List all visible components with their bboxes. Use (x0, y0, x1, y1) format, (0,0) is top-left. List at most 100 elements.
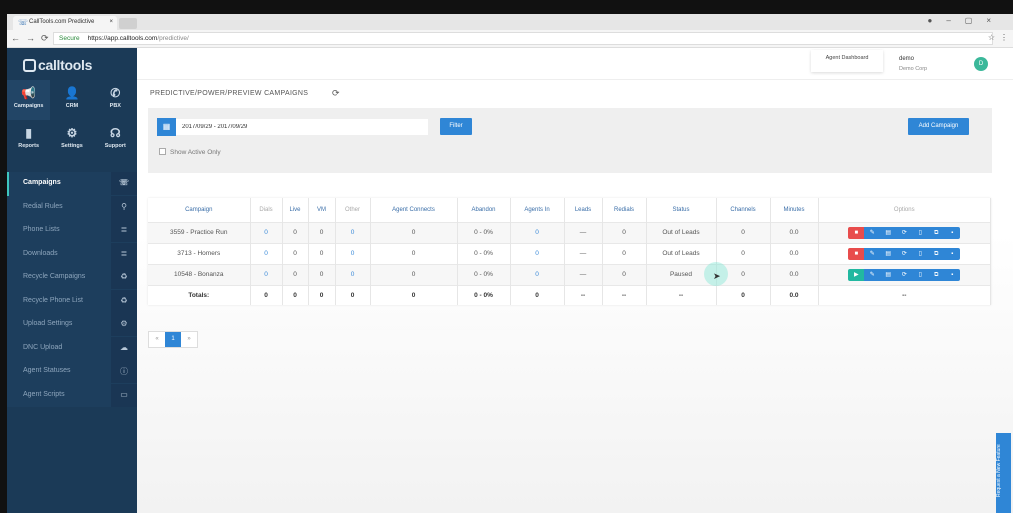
list-icon[interactable]: ▤ (880, 247, 897, 260)
cell-agents-in[interactable]: 0 (510, 263, 565, 285)
sidebar-nav-reports[interactable]: ▮ Reports (7, 120, 50, 160)
copy-icon[interactable]: ⧉ (928, 226, 945, 239)
campaigns-table: Campaign Dials Live VM Other Agent Connects Ab… (148, 198, 991, 305)
close-tab-icon[interactable]: × (109, 19, 113, 25)
sidebar-nav-label: CRM (65, 103, 79, 109)
sidebar-nav-crm[interactable]: 👤 CRM (50, 80, 93, 120)
browser-tab[interactable]: ☏ CallTools.com Predictive × (13, 16, 117, 30)
sidebar-item-label: DNC Upload (23, 343, 63, 351)
stop-icon[interactable]: ■ (848, 226, 865, 239)
logo[interactable]: calltools (7, 48, 137, 80)
phone-icon: ✆ (110, 86, 121, 100)
page-1-button[interactable]: 1 (165, 332, 181, 347)
total-minutes: 0.0 (770, 284, 819, 305)
column-header-live[interactable]: Live (282, 198, 309, 222)
star-icon[interactable]: ☆ (988, 33, 995, 42)
avatar[interactable]: D (974, 57, 988, 71)
report-icon[interactable]: ▯ (912, 226, 929, 239)
sidebar-item-recycle-campaigns[interactable]: Recycle Campaigns ♻ (7, 266, 137, 290)
date-range-input[interactable] (176, 119, 428, 135)
copy-icon[interactable]: ⧉ (928, 247, 945, 260)
pagination: « 1 » (148, 331, 198, 348)
sidebar-nav-campaigns[interactable]: 📢 Campaigns (7, 80, 51, 120)
agent-dashboard-button[interactable]: Agent Dashboard (811, 50, 883, 72)
list-icon[interactable]: ▤ (880, 226, 897, 239)
sidebar-nav-settings[interactable]: ⚙ Settings (50, 120, 93, 160)
play-icon[interactable]: ▶ (848, 268, 865, 281)
cell-leads: — (564, 242, 603, 264)
cell-dials[interactable]: 0 (250, 242, 283, 264)
column-header-agent-connects[interactable]: Agent Connects (370, 198, 458, 222)
sidebar-item-dnc-upload[interactable]: DNC Upload ☁ (7, 336, 137, 361)
column-header-abandon[interactable]: Abandon (457, 198, 511, 222)
filter-button[interactable]: Filter (440, 118, 472, 135)
report-icon[interactable]: ▯ (912, 247, 929, 260)
column-header-options[interactable]: Options (818, 198, 991, 222)
browser-menu-icon[interactable]: ⋮ (1000, 33, 1008, 42)
sidebar-item-agent-scripts[interactable]: Agent Scripts ▭ (7, 383, 137, 408)
cell-dials[interactable]: 0 (250, 221, 283, 243)
show-active-only-checkbox[interactable]: Show Active Only (159, 148, 221, 156)
prev-page-button[interactable]: « (149, 332, 165, 347)
user-info[interactable]: demo Demo Corp (899, 54, 927, 74)
sidebar-item-recycle-phone-list[interactable]: Recycle Phone List ♻ (7, 289, 137, 314)
bar-chart-icon: ▮ (25, 126, 32, 140)
sidebar-item-phone-lists[interactable]: Phone Lists ≣ (7, 219, 137, 243)
column-header-vm[interactable]: VM (308, 198, 336, 222)
add-campaign-button[interactable]: Add Campaign (908, 118, 969, 135)
nav-buttons[interactable]: ←→⟳ (11, 33, 55, 44)
total-dials: 0 (250, 284, 283, 305)
column-header-minutes[interactable]: Minutes (770, 198, 819, 222)
cell-agents-in[interactable]: 0 (510, 221, 565, 243)
edit-icon[interactable]: ✎ (864, 247, 881, 260)
calendar-icon[interactable]: ▦ (157, 118, 176, 136)
cell-dials[interactable]: 0 (250, 263, 283, 285)
column-header-channels[interactable]: Channels (716, 198, 771, 222)
column-header-dials[interactable]: Dials (250, 198, 283, 222)
org-name: Demo Corp (899, 66, 928, 72)
edit-icon[interactable]: ✎ (864, 226, 881, 239)
options-cell: ▶ ✎ ▤ ⟳ ▯ ⧉ ▪ (818, 263, 991, 285)
cell-other[interactable]: 0 (335, 263, 371, 285)
cell-minutes: 0.0 (770, 221, 819, 243)
new-tab-button[interactable] (119, 18, 137, 29)
delete-icon[interactable]: ▪ (944, 226, 961, 239)
sidebar-item-downloads[interactable]: Downloads ≣ (7, 242, 137, 267)
sidebar-item-campaigns[interactable]: Campaigns ☏ (7, 172, 137, 196)
sidebar-nav-support[interactable]: ☊ Support (94, 120, 137, 160)
url-input[interactable]: Secure https://app.calltools.com/predicti… (53, 32, 993, 45)
next-page-button[interactable]: » (181, 332, 197, 347)
copy-icon[interactable]: ⧉ (928, 268, 945, 281)
sidebar-item-upload-settings[interactable]: Upload Settings ⚙ (7, 313, 137, 337)
total-campaign: Totals: (148, 284, 251, 305)
total-live: 0 (282, 284, 309, 305)
cell-other[interactable]: 0 (335, 221, 371, 243)
stop-icon[interactable]: ■ (848, 247, 865, 260)
column-header-redials[interactable]: Redials (602, 198, 647, 222)
edit-icon[interactable]: ✎ (864, 268, 881, 281)
sidebar-item-agent-statuses[interactable]: Agent Statuses ⓘ (7, 360, 137, 384)
column-header-leads[interactable]: Leads (564, 198, 603, 222)
delete-icon[interactable]: ▪ (944, 247, 961, 260)
refresh-icon[interactable]: ⟳ (896, 268, 913, 281)
sidebar-nav-pbx[interactable]: ✆ PBX (94, 80, 137, 120)
cell-agents-in[interactable]: 0 (510, 242, 565, 264)
column-header-other[interactable]: Other (335, 198, 371, 222)
sidebar-item-redial-rules[interactable]: Redial Rules ⚲ (7, 195, 137, 220)
column-header-status[interactable]: Status (646, 198, 717, 222)
cell-live: 0 (282, 242, 309, 264)
list-icon[interactable]: ▤ (880, 268, 897, 281)
cell-other[interactable]: 0 (335, 242, 371, 264)
window-controls[interactable]: ●–▢× (927, 16, 1005, 25)
table-row: 10548 - Bonanza 0 0 0 0 0 0 - 0% 0—0 Paused 0 0.0 ▶… (148, 263, 991, 285)
refresh-icon[interactable]: ⟳ (896, 247, 913, 260)
column-header-agents-in[interactable]: Agents In (510, 198, 565, 222)
column-header-campaign[interactable]: Campaign (148, 198, 251, 222)
headset-icon: ☊ (109, 126, 121, 140)
refresh-icon[interactable]: ⟳ (896, 226, 913, 239)
request-feature-tab[interactable]: Request a New Feature (996, 433, 1011, 513)
refresh-icon[interactable]: ⟳ (332, 88, 340, 99)
report-icon[interactable]: ▯ (912, 268, 929, 281)
sidebar-item-label: Downloads (23, 249, 58, 257)
delete-icon[interactable]: ▪ (944, 268, 961, 281)
